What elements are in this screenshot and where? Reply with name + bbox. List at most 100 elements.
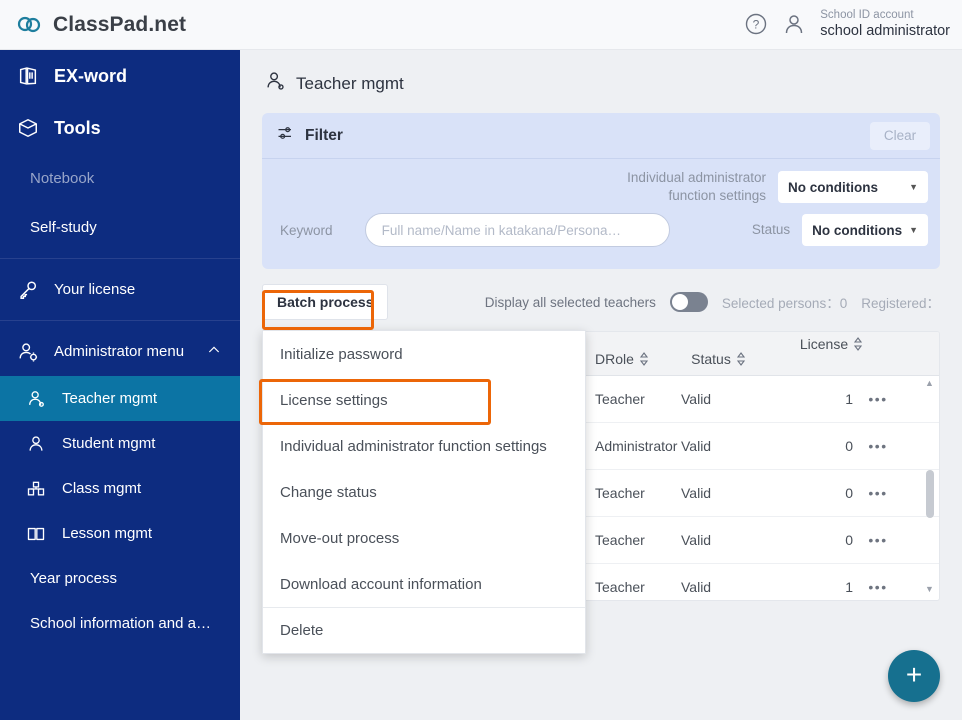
sidebar-item-notebook[interactable]: Notebook [0, 154, 240, 203]
top-header: ClassPad.net ? School ID account school … [0, 0, 962, 50]
scroll-down-arrow-icon[interactable]: ▼ [925, 584, 934, 594]
menu-item-individual-administrator-function-settings[interactable]: Individual administrator function settin… [263, 423, 585, 469]
page-title-label: Teacher mgmt [296, 73, 404, 93]
column-header-license[interactable]: License [777, 332, 863, 352]
sort-icon[interactable] [639, 351, 649, 367]
menu-item-change-status[interactable]: Change status [263, 469, 585, 515]
sidebar-label: Your license [54, 281, 136, 298]
class-icon [24, 477, 48, 501]
row-actions-button[interactable]: ••• [853, 391, 903, 407]
sidebar-item-school-information[interactable]: School information and a… [0, 601, 240, 646]
cell-license: 1 [845, 391, 853, 408]
column-header-role[interactable]: Role [605, 351, 691, 367]
sidebar-label: Notebook [30, 170, 95, 187]
account-info[interactable]: School ID account school administrator [820, 9, 950, 40]
clear-button[interactable]: Clear [870, 121, 930, 150]
sidebar-item-ex-word[interactable]: EX-word [0, 50, 240, 102]
column-header-status[interactable]: Status [691, 351, 777, 367]
column-label: Status [691, 351, 731, 368]
filter-title: Filter [305, 126, 343, 144]
sidebar-item-student-mgmt[interactable]: Student mgmt [0, 421, 240, 466]
menu-item-license-settings[interactable]: License settings [263, 377, 585, 423]
menu-item-delete[interactable]: Delete [263, 607, 585, 653]
brand-logo[interactable]: ClassPad.net [0, 12, 240, 38]
sidebar-item-administrator-menu[interactable]: Administrator menu [0, 327, 240, 376]
sidebar-item-year-process[interactable]: Year process [0, 556, 240, 601]
key-icon [16, 278, 40, 302]
student-icon [24, 432, 48, 456]
chevron-up-icon[interactable] [206, 342, 222, 362]
cell-status: Valid [681, 438, 712, 455]
admin-function-select[interactable]: No conditions ▼ [778, 171, 928, 204]
sliders-icon [276, 123, 296, 148]
keyword-label: Keyword [280, 222, 333, 238]
column-label: Role [605, 351, 634, 368]
chevron-down-icon: ▼ [909, 182, 918, 193]
menu-item-download-account-information[interactable]: Download account information [263, 561, 585, 607]
sidebar-label: Administrator menu [54, 343, 185, 360]
keyword-input[interactable] [364, 213, 670, 248]
registered-count: Registered： [861, 296, 940, 312]
scrollbar-thumb[interactable] [926, 470, 934, 519]
sort-icon[interactable] [736, 351, 746, 367]
display-all-toggle-label: Display all selected teachers [484, 294, 656, 310]
plus-icon: + [905, 659, 923, 690]
batch-process-button[interactable]: Batch process [262, 284, 389, 321]
app-root: ClassPad.net ? School ID account school … [0, 0, 962, 720]
cell-status: Valid [681, 485, 712, 502]
status-filter-label: Status [751, 222, 791, 238]
sidebar-item-lesson-mgmt[interactable]: Lesson mgmt [0, 511, 240, 556]
sidebar-label: Self-study [30, 219, 97, 236]
menu-item-move-out-process[interactable]: Move-out process [263, 515, 585, 561]
sidebar-item-self-study[interactable]: Self-study [0, 203, 240, 252]
sidebar-item-your-license[interactable]: Your license [0, 265, 240, 314]
sidebar-label: EX-word [54, 65, 128, 86]
box-icon [16, 116, 40, 140]
person-gear-icon [16, 340, 40, 364]
sidebar-label: Class mgmt [62, 480, 142, 497]
book-icon [16, 64, 40, 88]
page-title: Teacher mgmt [240, 50, 962, 97]
teacher-icon [264, 70, 286, 97]
cell-status: Valid [681, 391, 712, 408]
row-actions-button[interactable]: ••• [853, 532, 903, 548]
scroll-up-arrow-icon[interactable]: ▲ [925, 378, 934, 388]
admin-function-label: Individual administrator function settin… [627, 170, 766, 204]
person-icon[interactable] [782, 12, 806, 36]
sidebar-label: Student mgmt [62, 435, 156, 452]
teacher-icon [24, 387, 48, 411]
header-actions: ? School ID account school administrator [744, 9, 962, 40]
sidebar-item-tools[interactable]: Tools [0, 102, 240, 154]
sidebar-label: Lesson mgmt [62, 525, 153, 542]
cell-status: Valid [681, 532, 712, 549]
status-filter-select[interactable]: No conditions ▼ [802, 214, 928, 247]
column-label: License [799, 336, 849, 353]
batch-process-menu: Initialize password License settings Ind… [262, 330, 586, 654]
table-toolbar: Batch process Display all selected teach… [262, 283, 940, 321]
sidebar-label: Year process [30, 570, 117, 587]
sidebar-item-teacher-mgmt[interactable]: Teacher mgmt [0, 376, 240, 421]
menu-item-initialize-password[interactable]: Initialize password [263, 331, 585, 377]
filter-panel: Filter Clear Individual administrator fu… [262, 113, 940, 270]
add-teacher-fab[interactable]: + [888, 650, 940, 702]
row-actions-button[interactable]: ••• [853, 485, 903, 501]
book-open-icon [24, 522, 48, 546]
cell-license: 0 [845, 485, 853, 502]
question-circle-icon[interactable]: ? [744, 12, 768, 36]
row-actions-button[interactable]: ••• [853, 579, 903, 595]
column-label: D [595, 351, 606, 368]
sidebar-item-class-mgmt[interactable]: Class mgmt [0, 466, 240, 511]
sort-icon[interactable] [853, 336, 863, 352]
account-type-label: School ID account [820, 9, 914, 22]
display-all-selected-toggle[interactable] [669, 292, 708, 313]
filter-row-keyword: Keyword Status No conditions ▼ [274, 213, 928, 248]
sidebar-label: School information and a… [30, 615, 211, 632]
row-actions-button[interactable]: ••• [853, 438, 903, 454]
table-scrollbar[interactable]: ▲ ▼ [924, 378, 936, 594]
selected-persons-count: Selected persons：0 [721, 296, 848, 312]
chevron-down-icon: ▼ [909, 225, 918, 236]
admin-function-value: No conditions [788, 179, 878, 195]
filter-body: Individual administrator function settin… [262, 159, 940, 269]
filter-row-admin-function: Individual administrator function settin… [274, 169, 928, 205]
sidebar: EX-word Tools Notebook Self-study Your l… [0, 50, 240, 720]
